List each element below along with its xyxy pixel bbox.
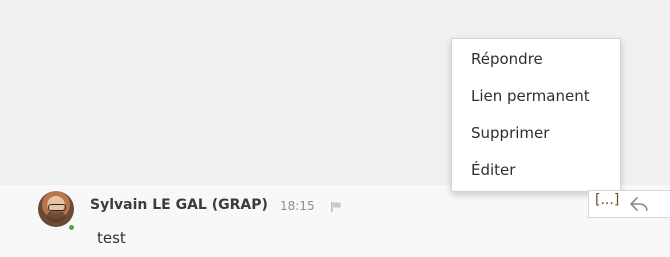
menu-item-permalink[interactable]: Lien permanent [471, 87, 590, 105]
message-body: test [97, 229, 126, 247]
menu-item-reply[interactable]: Répondre [471, 50, 543, 68]
more-options-button[interactable]: [...] [595, 192, 619, 208]
flag-icon[interactable] [330, 201, 342, 213]
menu-item-delete[interactable]: Supprimer [471, 124, 549, 142]
reply-icon[interactable] [629, 196, 649, 212]
menu-item-edit[interactable]: Éditer [471, 161, 515, 179]
message-author[interactable]: Sylvain LE GAL (GRAP) [90, 197, 268, 213]
online-status-dot [67, 223, 76, 232]
avatar[interactable] [38, 191, 74, 227]
message-options-menu: Répondre Lien permanent Supprimer Éditer [451, 38, 621, 192]
message-time: 18:15 [280, 199, 315, 213]
